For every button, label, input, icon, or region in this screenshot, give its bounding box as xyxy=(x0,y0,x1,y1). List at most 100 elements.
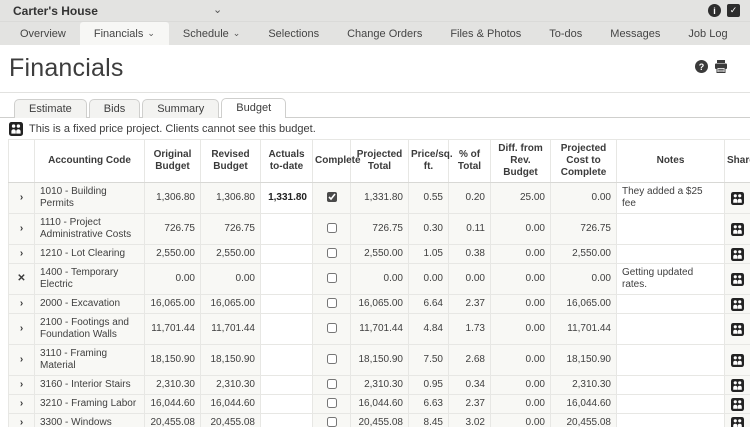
nav-item-files-photos[interactable]: Files & Photos xyxy=(436,22,535,45)
col-pct-of-total: % of Total xyxy=(449,140,491,183)
share-button[interactable] xyxy=(725,345,750,376)
cost-to-complete-cell: 16,044.60 xyxy=(551,395,617,414)
diff-from-rev-budget-cell: 0.00 xyxy=(491,345,551,376)
nav-item-selections[interactable]: Selections xyxy=(254,22,333,45)
price-sqft-cell: 1.05 xyxy=(409,245,449,264)
cost-to-complete-cell: 0.00 xyxy=(551,183,617,214)
subtab-budget[interactable]: Budget xyxy=(221,98,286,118)
complete-checkbox[interactable] xyxy=(327,417,337,427)
actuals-to-date-cell[interactable]: 1,331.80 xyxy=(261,183,313,214)
diff-from-rev-budget-cell: 0.00 xyxy=(491,376,551,395)
project-selector-chevron-down-icon[interactable]: ⌄ xyxy=(213,3,222,16)
expand-toggle[interactable]: › xyxy=(9,295,35,314)
col-price-sqft: Price/sq. ft. xyxy=(409,140,449,183)
notes-cell[interactable] xyxy=(617,295,725,314)
col-accounting-code: Accounting Code xyxy=(35,140,145,183)
main-nav: Overview Financials ⌄ Schedule ⌄ Selecti… xyxy=(0,22,750,45)
projected-total-cell: 18,150.90 xyxy=(351,345,409,376)
complete-checkbox[interactable] xyxy=(327,354,337,364)
subtab-estimate[interactable]: Estimate xyxy=(14,99,87,118)
original-budget-cell: 16,065.00 xyxy=(145,295,201,314)
actuals-to-date-cell[interactable] xyxy=(261,245,313,264)
checkbox-icon[interactable]: ✓ xyxy=(727,4,740,17)
notes-cell[interactable]: They added a $25 fee xyxy=(617,183,725,214)
expand-toggle[interactable]: › xyxy=(9,314,35,345)
accounting-code-cell: 3300 - Windows xyxy=(35,414,145,427)
complete-checkbox[interactable] xyxy=(327,223,337,233)
complete-checkbox[interactable] xyxy=(327,192,337,202)
actuals-to-date-cell[interactable] xyxy=(261,345,313,376)
project-bar: Carter's House ⌄ i ✓ xyxy=(0,0,750,22)
accounting-code-cell: 1110 - Project Administrative Costs xyxy=(35,214,145,245)
complete-checkbox[interactable] xyxy=(327,298,337,308)
pct-of-total-cell: 2.68 xyxy=(449,345,491,376)
chevron-down-icon: ⌄ xyxy=(147,28,155,39)
share-button[interactable] xyxy=(725,245,750,264)
diff-from-rev-budget-cell: 0.00 xyxy=(491,314,551,345)
nav-item-messages[interactable]: Messages xyxy=(596,22,674,45)
accounting-code-cell: 1210 - Lot Clearing xyxy=(35,245,145,264)
share-button[interactable] xyxy=(725,214,750,245)
share-button[interactable] xyxy=(725,183,750,214)
original-budget-cell: 18,150.90 xyxy=(145,345,201,376)
original-budget-cell: 2,310.30 xyxy=(145,376,201,395)
nav-item-change-orders[interactable]: Change Orders xyxy=(333,22,436,45)
projected-total-cell: 726.75 xyxy=(351,214,409,245)
expand-toggle[interactable]: ✕ xyxy=(9,264,35,295)
expand-toggle[interactable]: › xyxy=(9,214,35,245)
complete-checkbox[interactable] xyxy=(327,273,337,283)
share-button[interactable] xyxy=(725,376,750,395)
complete-checkbox[interactable] xyxy=(327,323,337,333)
budget-row: ✕ 1400 - Temporary Electric 0.00 0.00 0.… xyxy=(9,264,750,295)
nav-item-schedule[interactable]: Schedule ⌄ xyxy=(169,22,254,45)
revised-budget-cell: 2,310.30 xyxy=(201,376,261,395)
notes-cell[interactable] xyxy=(617,376,725,395)
original-budget-cell: 11,701.44 xyxy=(145,314,201,345)
complete-checkbox[interactable] xyxy=(327,398,337,408)
share-button[interactable] xyxy=(725,395,750,414)
share-button[interactable] xyxy=(725,414,750,427)
subtab-summary[interactable]: Summary xyxy=(142,99,219,118)
notes-cell[interactable] xyxy=(617,214,725,245)
actuals-to-date-cell[interactable] xyxy=(261,395,313,414)
expand-toggle[interactable]: › xyxy=(9,183,35,214)
subtab-bids[interactable]: Bids xyxy=(89,99,140,118)
actuals-to-date-cell[interactable] xyxy=(261,214,313,245)
complete-checkbox[interactable] xyxy=(327,248,337,258)
actuals-to-date-cell[interactable] xyxy=(261,264,313,295)
notes-cell[interactable]: Getting updated rates. xyxy=(617,264,725,295)
share-icon xyxy=(725,192,750,205)
notes-cell[interactable] xyxy=(617,245,725,264)
actuals-to-date-cell[interactable] xyxy=(261,414,313,427)
expand-toggle[interactable]: › xyxy=(9,395,35,414)
notes-cell[interactable] xyxy=(617,395,725,414)
projected-total-cell: 1,331.80 xyxy=(351,183,409,214)
expand-toggle[interactable]: › xyxy=(9,414,35,427)
notes-cell[interactable] xyxy=(617,414,725,427)
print-icon[interactable] xyxy=(714,60,728,73)
expand-icon: › xyxy=(20,417,23,427)
actuals-to-date-cell[interactable] xyxy=(261,295,313,314)
expand-toggle[interactable]: › xyxy=(9,376,35,395)
budget-row: › 2100 - Footings and Foundation Walls 1… xyxy=(9,314,750,345)
nav-item-warranty[interactable]: Warranty xyxy=(742,22,750,45)
complete-checkbox[interactable] xyxy=(327,379,337,389)
help-icon[interactable]: ? xyxy=(695,60,708,73)
nav-item-financials[interactable]: Financials ⌄ xyxy=(80,22,169,45)
actuals-to-date-cell[interactable] xyxy=(261,376,313,395)
budget-table: Accounting Code Original Budget Revised … xyxy=(8,139,750,427)
nav-item-job-log[interactable]: Job Log xyxy=(674,22,741,45)
info-icon[interactable]: i xyxy=(708,4,721,17)
share-button[interactable] xyxy=(725,314,750,345)
expand-toggle[interactable]: › xyxy=(9,345,35,376)
nav-item-overview[interactable]: Overview xyxy=(6,22,80,45)
actuals-to-date-cell[interactable] xyxy=(261,314,313,345)
notes-cell[interactable] xyxy=(617,345,725,376)
share-button[interactable] xyxy=(725,295,750,314)
notes-cell[interactable] xyxy=(617,314,725,345)
expand-toggle[interactable]: › xyxy=(9,245,35,264)
pct-of-total-cell: 2.37 xyxy=(449,295,491,314)
col-original-budget: Original Budget xyxy=(145,140,201,183)
nav-item-to-dos[interactable]: To-dos xyxy=(535,22,596,45)
share-button[interactable] xyxy=(725,264,750,295)
